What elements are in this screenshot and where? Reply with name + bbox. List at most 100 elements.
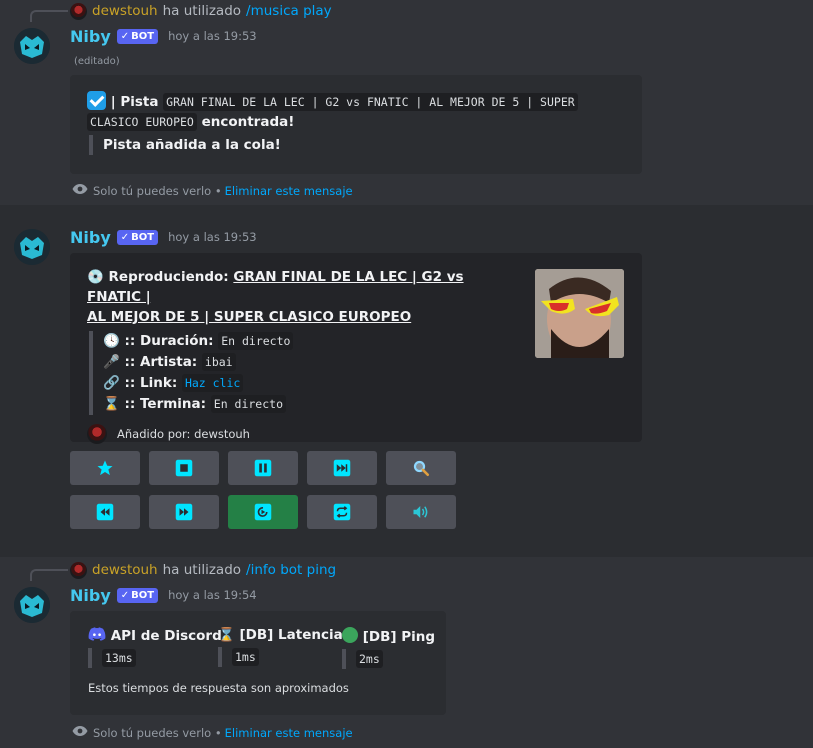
stop-button[interactable]	[149, 451, 219, 485]
check-mark-icon	[87, 91, 106, 110]
bot-avatar[interactable]	[14, 587, 50, 623]
timestamp[interactable]: hoy a las 19:53	[168, 29, 257, 43]
favorite-button[interactable]	[70, 451, 140, 485]
search-icon	[413, 460, 430, 477]
field-label: :: Artista:	[124, 354, 198, 370]
bot-username[interactable]: Niby	[70, 27, 111, 46]
reply-spine	[30, 10, 68, 22]
delete-message-link[interactable]: Eliminar este mensaje	[225, 184, 353, 198]
field-value: 2ms	[356, 650, 383, 668]
track-title-link-line2[interactable]: AL MEJOR DE 5 | SUPER CLASICO EUROPEO	[87, 309, 411, 325]
reply-reference[interactable]: dewstouh ha utilizado /info bot ping	[30, 560, 336, 581]
discord-logo-icon	[88, 627, 106, 641]
track-thumbnail[interactable]	[535, 269, 624, 358]
eye-icon	[72, 183, 88, 198]
link-icon: 🔗	[103, 375, 120, 391]
rewind-icon	[96, 503, 114, 521]
verified-check-icon: ✓	[120, 30, 130, 42]
pause-button[interactable]	[228, 451, 298, 485]
field-name-row: [DB] Ping	[342, 627, 435, 645]
embed-description: | Pista GRAN FINAL DE LA LEC | G2 vs FNA…	[87, 91, 626, 132]
field-ends: ⌛ :: Termina: En directo	[103, 394, 626, 415]
volume-icon	[413, 506, 428, 518]
message-3: dewstouh ha utilizado /info bot ping Nib…	[0, 557, 813, 748]
embed-now-playing: 💿 Reproduciendo: GRAN FINAL DE LA LEC | …	[70, 253, 642, 444]
track-prefix: | Pista	[110, 94, 159, 110]
footer-avatar	[87, 424, 107, 444]
microphone-icon: 🎤	[103, 354, 120, 370]
volume-button[interactable]	[386, 495, 456, 529]
reply-username[interactable]: dewstouh	[92, 562, 158, 578]
field-value-box: 2ms	[342, 649, 435, 669]
hourglass-icon: ⌛	[218, 627, 235, 643]
playing-label: Reproduciendo:	[108, 269, 229, 285]
clock-icon: 🕓	[103, 333, 120, 349]
embed-ping: API de Discord 13ms ⌛ [DB] Latencia 1ms …	[70, 611, 446, 715]
queue-quote: Pista añadida a la cola!	[89, 135, 626, 155]
queue-quote-text: Pista añadida a la cola!	[103, 137, 281, 153]
eye-icon	[72, 725, 88, 740]
rewind-button[interactable]	[70, 495, 140, 529]
niby-logo-icon	[14, 28, 50, 64]
bot-username[interactable]: Niby	[70, 228, 111, 247]
field-name: [DB] Ping	[362, 629, 436, 645]
ping-field-db-ping: [DB] Ping 2ms	[342, 627, 435, 669]
thumbnail-image	[535, 269, 624, 358]
message-header: Niby ✓ BOT hoy a las 19:53	[70, 226, 257, 248]
track-link[interactable]: Haz clic	[181, 374, 244, 392]
bot-badge-label: BOT	[131, 231, 155, 243]
reply-command[interactable]: /musica play	[246, 3, 332, 19]
ephemeral-notice: Solo tú puedes verlo • Eliminar este men…	[72, 725, 353, 740]
fast-forward-button[interactable]	[149, 495, 219, 529]
reply-reference[interactable]: dewstouh ha utilizado /musica play	[30, 1, 332, 22]
skip-button[interactable]	[307, 451, 377, 485]
reply-username[interactable]: dewstouh	[92, 3, 158, 19]
field-label: :: Link:	[124, 375, 178, 391]
bot-badge-label: BOT	[131, 30, 155, 42]
message-1: dewstouh ha utilizado /musica play Niby …	[0, 0, 813, 205]
ping-field-api: API de Discord 13ms	[88, 627, 222, 668]
hourglass-icon: ⌛	[103, 396, 120, 412]
loop-button[interactable]	[307, 495, 377, 529]
reply-avatar[interactable]	[70, 2, 87, 20]
autoplay-button[interactable]	[228, 495, 298, 529]
field-link: 🔗 :: Link: Haz clic	[103, 373, 626, 394]
message-2: Niby ✓ BOT hoy a las 19:53 💿 Reproduciend…	[0, 205, 813, 557]
track-name-code-2: CLASICO EUROPEO	[87, 113, 197, 131]
ephemeral-notice: Solo tú puedes verlo • Eliminar este men…	[72, 183, 353, 198]
ping-field-db-latency: ⌛ [DB] Latencia 1ms	[218, 627, 343, 667]
field-label: :: Duración:	[124, 333, 214, 349]
skip-icon	[333, 459, 351, 477]
delete-message-link[interactable]: Eliminar este mensaje	[225, 726, 353, 740]
bot-username[interactable]: Niby	[70, 586, 111, 605]
track-suffix: encontrada!	[201, 114, 295, 130]
field-value: ibai	[201, 353, 236, 371]
reply-avatar[interactable]	[70, 561, 87, 579]
field-value-box: 13ms	[88, 648, 222, 668]
verified-check-icon: ✓	[120, 589, 130, 601]
reply-text: ha utilizado	[162, 3, 242, 19]
field-value: En directo	[218, 332, 294, 350]
track-name-code: GRAN FINAL DE LA LEC | G2 vs FNATIC | AL…	[163, 93, 578, 111]
search-button[interactable]	[386, 451, 456, 485]
reply-command[interactable]: /info bot ping	[246, 562, 336, 578]
footer-text: Añadido por: dewstouh	[117, 427, 250, 441]
field-value: 13ms	[102, 649, 136, 667]
field-label: :: Termina:	[124, 396, 207, 412]
message-header: Niby ✓ BOT hoy a las 19:54	[70, 584, 257, 606]
bot-avatar[interactable]	[14, 229, 50, 265]
bot-badge: ✓ BOT	[116, 229, 159, 245]
timestamp[interactable]: hoy a las 19:54	[168, 588, 257, 602]
message-header: Niby ✓ BOT hoy a las 19:53	[70, 25, 257, 47]
timestamp[interactable]: hoy a las 19:53	[168, 230, 257, 244]
field-name-row: ⌛ [DB] Latencia	[218, 627, 343, 643]
bot-avatar[interactable]	[14, 28, 50, 64]
ephemeral-text: Solo tú puedes verlo •	[93, 183, 222, 198]
field-name: API de Discord	[110, 628, 222, 644]
field-value-box: 1ms	[218, 647, 343, 667]
reply-spine	[30, 569, 68, 581]
autoplay-icon	[254, 503, 272, 521]
stop-icon	[175, 459, 193, 477]
niby-logo-icon	[14, 587, 50, 623]
vinyl-disc-icon: 💿	[87, 269, 104, 285]
